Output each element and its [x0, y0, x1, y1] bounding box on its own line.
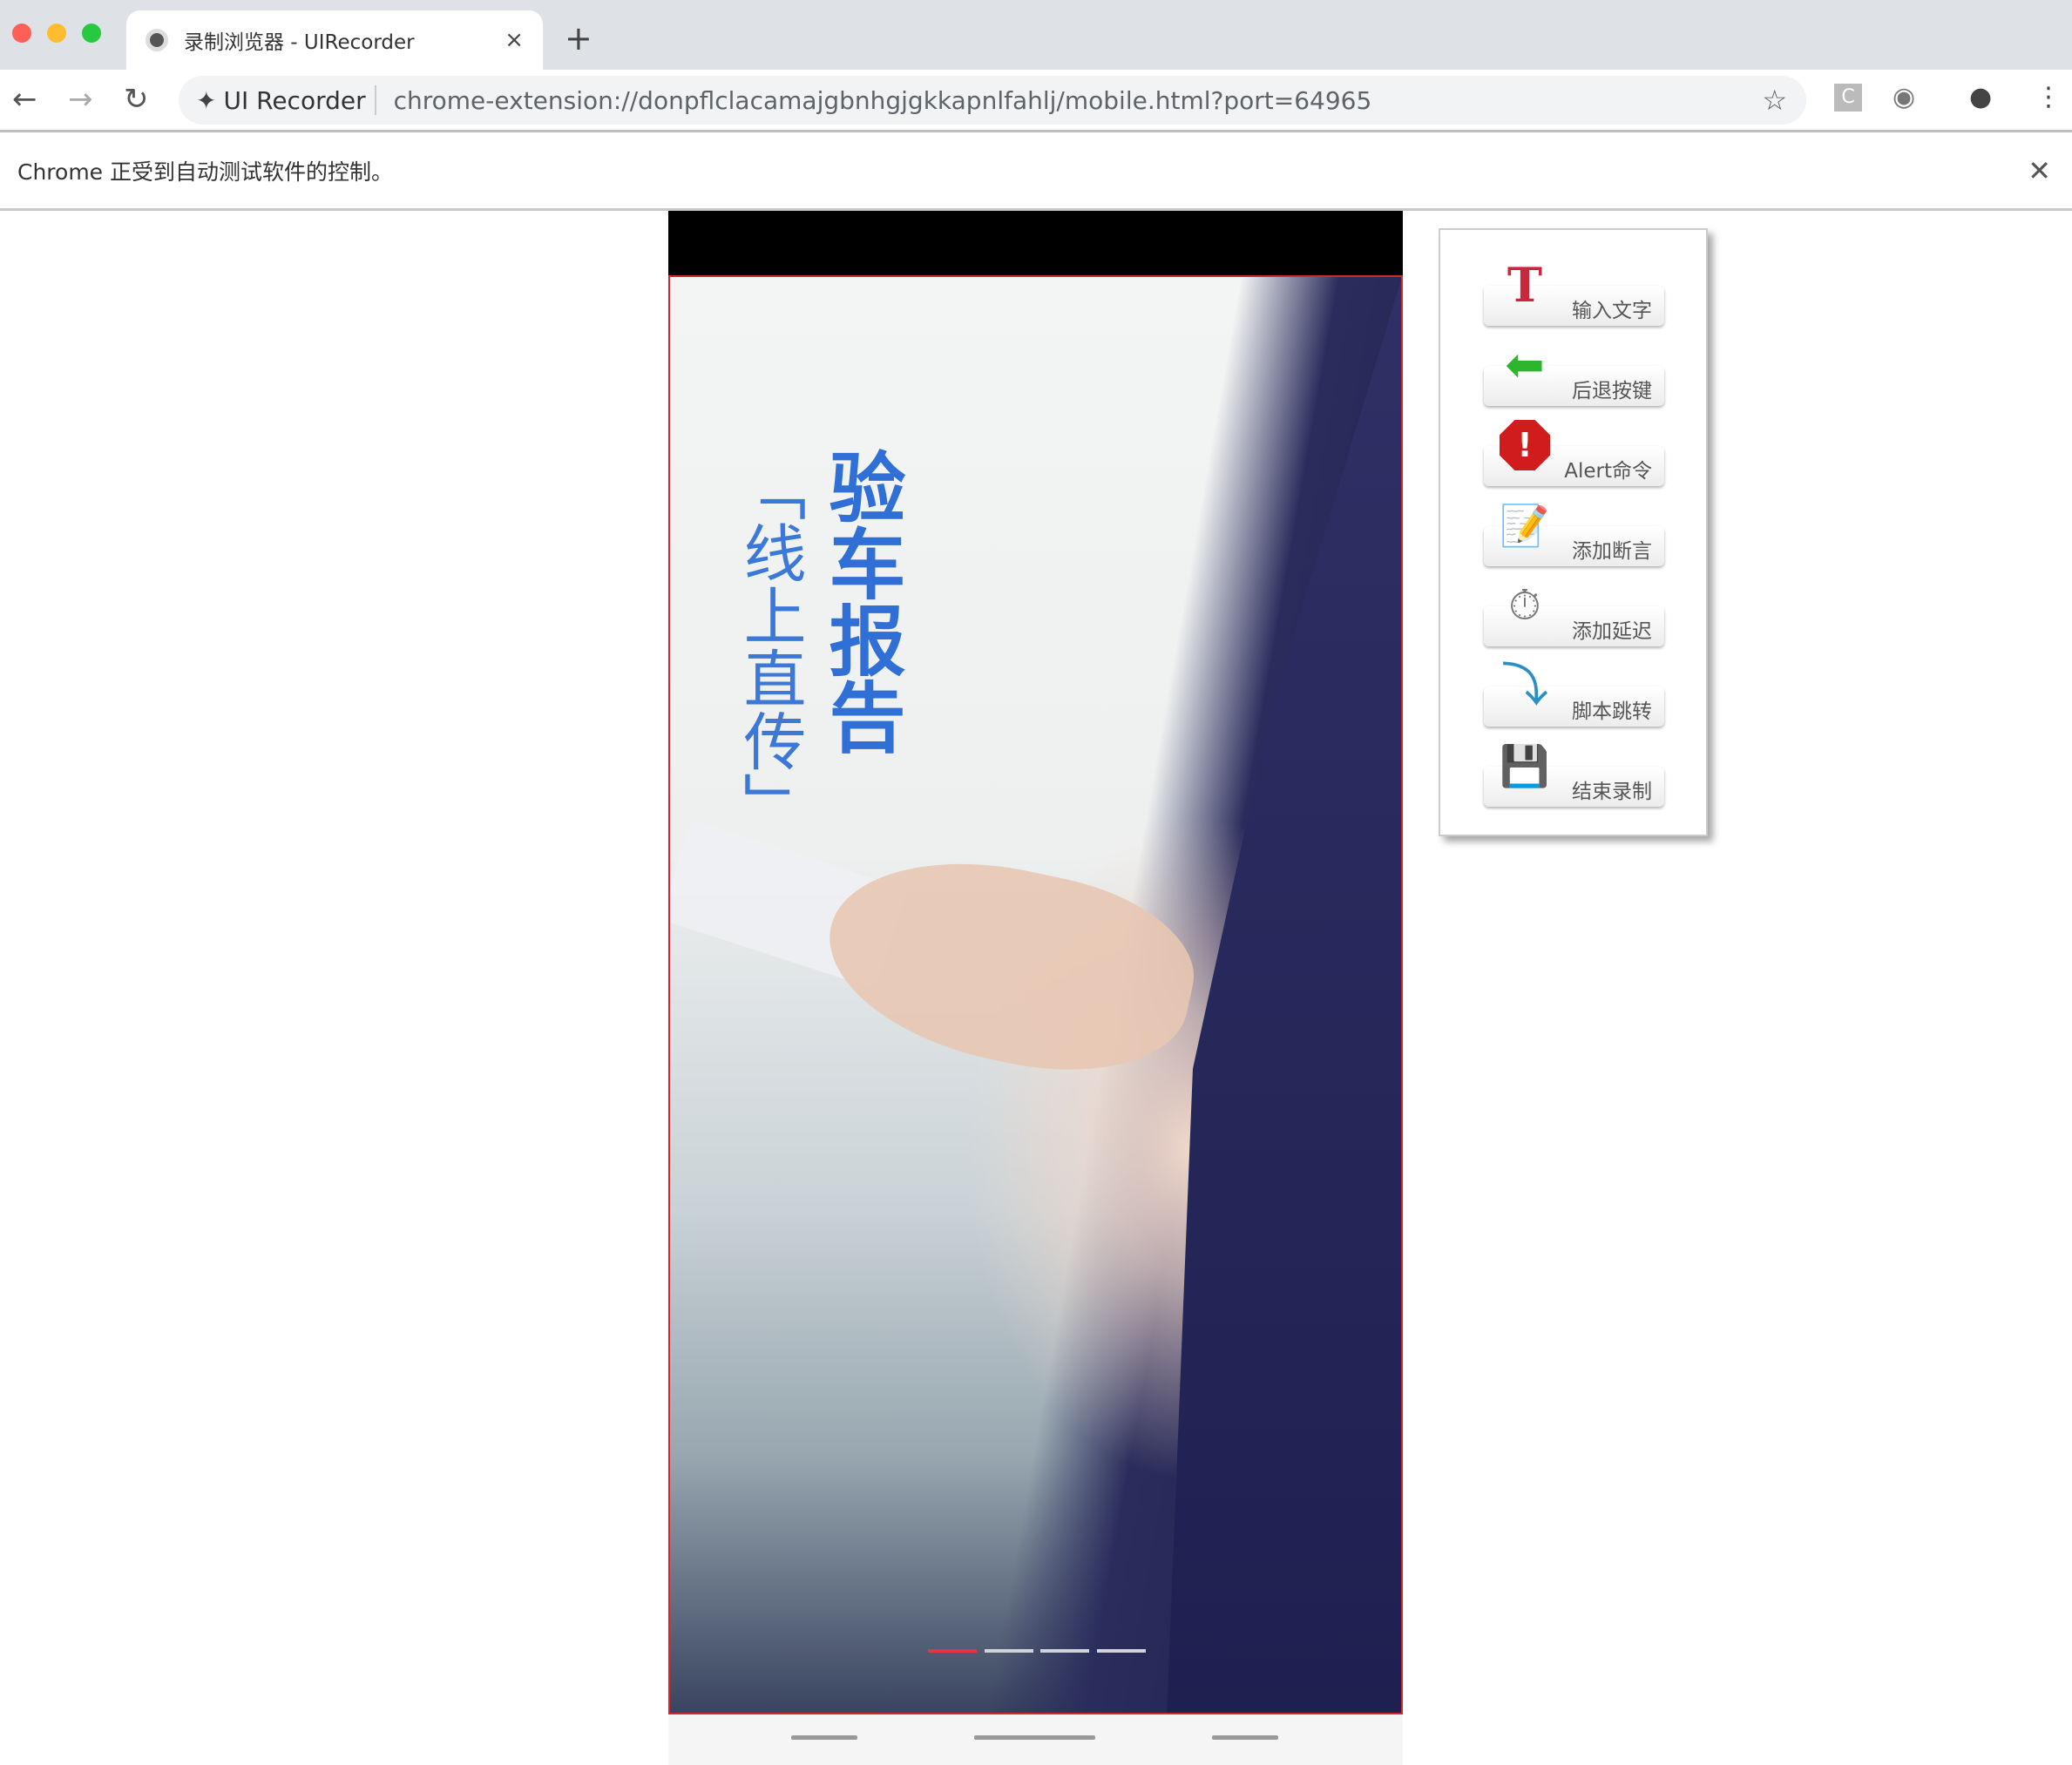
headline: 验车报告 [816, 448, 906, 754]
tab-strip: 录制浏览器 - UIRecorder × + [0, 0, 2072, 70]
alert-icon: ! [1496, 416, 1554, 474]
extension-c-icon[interactable]: C [1834, 84, 1862, 112]
minimize-window-button[interactable] [47, 24, 66, 43]
back-arrow-icon: ⬅ [1505, 337, 1545, 392]
nav-home-button[interactable] [974, 1735, 1095, 1740]
input-text-button[interactable]: T 输入文字 [1484, 261, 1664, 326]
recorder-command-panel: T 输入文字 ⬅ 后退按键 ! Alert命令 📝 添加断言 ⏱ 添加延迟 ⤵ … [1439, 228, 1708, 836]
end-recording-button[interactable]: 💾 结束录制 [1484, 746, 1664, 807]
bookmark-star-icon[interactable]: ☆ [1762, 84, 1787, 117]
automation-infobar: Chrome 正受到自动测试软件的控制。 ✕ [0, 132, 2072, 211]
url-text[interactable]: chrome-extension://donpflclacamajgbnhgjg… [394, 86, 1372, 115]
button-label: 输入文字 [1572, 300, 1652, 322]
tab-close-icon[interactable]: × [504, 27, 524, 53]
recorder-extension-icon[interactable]: ◉ [1893, 82, 1915, 112]
jump-arrow-icon: ⤵ [1501, 658, 1548, 713]
hand-image [810, 833, 1209, 1098]
profile-icon[interactable]: ● [1969, 82, 1992, 112]
browser-toolbar: ← → ↻ ✦ UI Recorder chrome-extension://d… [0, 70, 2072, 132]
add-assertion-button[interactable]: 📝 添加断言 [1484, 505, 1664, 566]
text-icon: T [1507, 257, 1543, 313]
extension-name: UI Recorder [223, 85, 366, 115]
carousel-dot[interactable] [1097, 1649, 1146, 1653]
infobar-text: Chrome 正受到自动测试软件的控制。 [17, 159, 394, 185]
carousel-dot[interactable] [985, 1649, 1033, 1653]
back-key-button[interactable]: ⬅ 后退按键 [1484, 342, 1664, 406]
forward-icon[interactable]: → [68, 82, 93, 117]
suit-image [1167, 277, 1401, 1713]
status-bar [668, 211, 1403, 275]
mobile-emulator: 验车报告 「线上直传」 [668, 211, 1403, 1765]
button-label: 后退按键 [1572, 380, 1652, 402]
address-bar[interactable]: ✦ UI Recorder chrome-extension://donpflc… [179, 76, 1806, 125]
carousel-dot[interactable] [928, 1649, 977, 1653]
recorder-favicon-icon [146, 29, 168, 51]
new-tab-button[interactable]: + [565, 19, 592, 57]
script-jump-button[interactable]: ⤵ 脚本跳转 [1484, 662, 1664, 727]
checklist-icon: 📝 [1500, 502, 1550, 549]
save-icon: 💾 [1500, 742, 1550, 789]
add-delay-button[interactable]: ⏱ 添加延迟 [1484, 585, 1664, 646]
menu-icon[interactable]: ⋮ [2035, 82, 2062, 112]
tab-active[interactable]: 录制浏览器 - UIRecorder × [126, 10, 543, 70]
nav-back-button[interactable] [1212, 1735, 1278, 1740]
alert-command-button[interactable]: ! Alert命令 [1484, 420, 1664, 486]
nav-menu-button[interactable] [791, 1735, 857, 1740]
tab-title: 录制浏览器 - UIRecorder [184, 31, 415, 54]
stopwatch-icon: ⏱ [1508, 581, 1541, 630]
splash-screen[interactable]: 验车报告 「线上直传」 [668, 275, 1403, 1714]
back-icon[interactable]: ← [12, 82, 37, 117]
puzzle-icon: ✦ [196, 85, 217, 115]
zoom-window-button[interactable] [82, 24, 101, 43]
button-label: 添加断言 [1572, 540, 1652, 563]
subline: 「线上直传」 [733, 458, 806, 835]
reload-icon[interactable]: ↻ [124, 82, 149, 117]
button-label: 脚本跳转 [1572, 700, 1652, 723]
carousel-dot[interactable] [1040, 1649, 1089, 1653]
button-label: 结束录制 [1572, 781, 1652, 803]
button-label: 添加延迟 [1572, 620, 1652, 643]
divider [374, 85, 376, 115]
infobar-close-icon[interactable]: ✕ [2028, 154, 2051, 187]
close-window-button[interactable] [12, 24, 31, 43]
button-label: Alert命令 [1564, 460, 1652, 483]
